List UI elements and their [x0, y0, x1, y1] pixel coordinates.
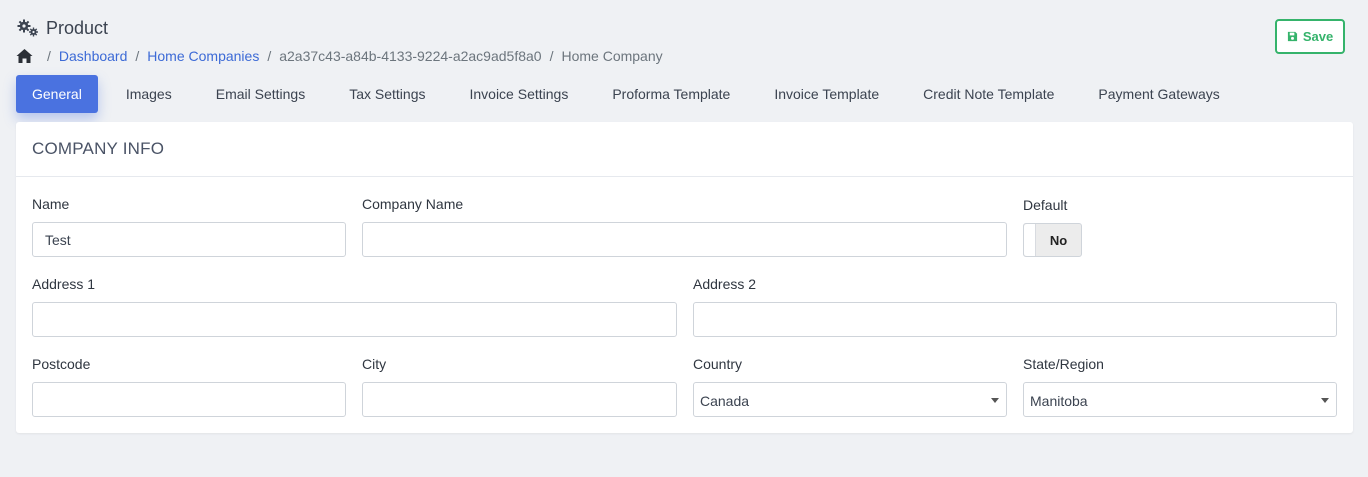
tab-tax-settings[interactable]: Tax Settings: [333, 75, 441, 113]
breadcrumb-separator: /: [267, 48, 272, 64]
tab-credit-note-template[interactable]: Credit Note Template: [907, 75, 1070, 113]
breadcrumb-company-id: a2a37c43-a84b-4133-9224-a2ac9ad5f8a0: [279, 48, 542, 64]
card-header: COMPANY INFO: [16, 122, 1353, 177]
country-value: Canada: [700, 393, 750, 409]
floppy-disk-icon: [1287, 31, 1297, 42]
tab-bar: General Images Email Settings Tax Settin…: [16, 75, 1248, 113]
city-label: City: [362, 356, 387, 372]
tab-images[interactable]: Images: [110, 75, 188, 113]
breadcrumb-home-companies[interactable]: Home Companies: [147, 48, 259, 64]
company-name-label: Company Name: [362, 196, 464, 212]
chevron-down-icon: [991, 398, 999, 403]
address2-label: Address 2: [693, 276, 757, 292]
chevron-down-icon: [1321, 398, 1329, 403]
tab-invoice-template[interactable]: Invoice Template: [758, 75, 895, 113]
breadcrumb-current: Home Company: [561, 48, 663, 64]
tab-invoice-settings[interactable]: Invoice Settings: [453, 75, 584, 113]
breadcrumb-separator: /: [549, 48, 554, 64]
country-select[interactable]: Canada: [693, 382, 1007, 417]
home-icon[interactable]: [16, 48, 33, 64]
tab-proforma-template[interactable]: Proforma Template: [596, 75, 746, 113]
name-field[interactable]: Test: [32, 222, 346, 257]
default-toggle[interactable]: No: [1023, 223, 1082, 257]
city-field[interactable]: [362, 382, 677, 417]
breadcrumb-separator: /: [47, 48, 51, 64]
country-label: Country: [693, 356, 743, 372]
company-name-field[interactable]: [362, 222, 1007, 257]
save-button[interactable]: Save: [1275, 19, 1345, 54]
breadcrumb-separator: /: [135, 48, 140, 64]
tab-payment-gateways[interactable]: Payment Gateways: [1082, 75, 1235, 113]
breadcrumb: / Dashboard / Home Companies / a2a37c43-…: [16, 48, 663, 64]
address1-label: Address 1: [32, 276, 96, 292]
state-value: Manitoba: [1030, 393, 1088, 409]
default-label: Default: [1023, 197, 1068, 213]
toggle-knob: [1024, 224, 1036, 256]
tab-general[interactable]: General: [16, 75, 98, 113]
default-toggle-value: No: [1049, 232, 1068, 248]
page-title: Product: [46, 17, 109, 38]
company-info-card: COMPANY INFO Name Test Company Name Defa…: [16, 122, 1353, 433]
state-select[interactable]: Manitoba: [1023, 382, 1337, 417]
save-button-label: Save: [1302, 29, 1334, 44]
postcode-field[interactable]: [32, 382, 346, 417]
name-label: Name: [32, 196, 70, 212]
card-title: COMPANY INFO: [32, 139, 165, 158]
page-header: Product: [16, 16, 108, 40]
gears-icon: [16, 18, 40, 38]
tab-email-settings[interactable]: Email Settings: [200, 75, 321, 113]
address1-field[interactable]: [32, 302, 677, 337]
address2-field[interactable]: [693, 302, 1337, 337]
postcode-label: Postcode: [32, 356, 91, 372]
state-label: State/Region: [1023, 356, 1104, 372]
breadcrumb-dashboard[interactable]: Dashboard: [59, 48, 128, 64]
